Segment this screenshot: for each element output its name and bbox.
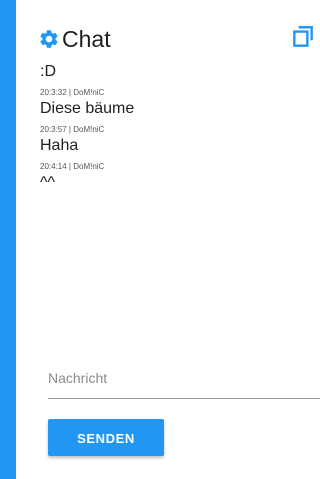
message-text: :D: [40, 63, 56, 80]
chat-panel: Chat :D 20:3:32 | DoM!niC Diese bäume 20…: [16, 0, 320, 479]
message-item: 20:4:14 | DoM!niC ^^: [40, 162, 310, 193]
message-item: 20:3:32 | DoM!niC Diese bäume: [40, 88, 310, 119]
gear-icon: [40, 30, 58, 48]
message-item: 20:3:57 | DoM!niC Haha: [40, 125, 310, 156]
message-meta: 20:4:14 | DoM!niC: [40, 162, 105, 171]
message-list: :D 20:3:32 | DoM!niC Diese bäume 20:3:57…: [40, 62, 310, 212]
send-button[interactable]: SENDEN: [48, 419, 164, 456]
message-text: ^^: [40, 174, 56, 191]
copy-icon[interactable]: [290, 24, 316, 50]
message-item: :D: [40, 62, 310, 82]
chat-title: Chat: [62, 26, 111, 52]
chat-header: Chat: [38, 22, 111, 56]
message-meta: 20:3:32 | DoM!niC: [40, 88, 105, 97]
message-field: [48, 360, 320, 399]
message-input[interactable]: [48, 361, 320, 395]
message-meta: 20:3:57 | DoM!niC: [40, 125, 105, 134]
message-text: Haha: [40, 137, 79, 154]
message-text: Diese bäume: [40, 100, 135, 117]
